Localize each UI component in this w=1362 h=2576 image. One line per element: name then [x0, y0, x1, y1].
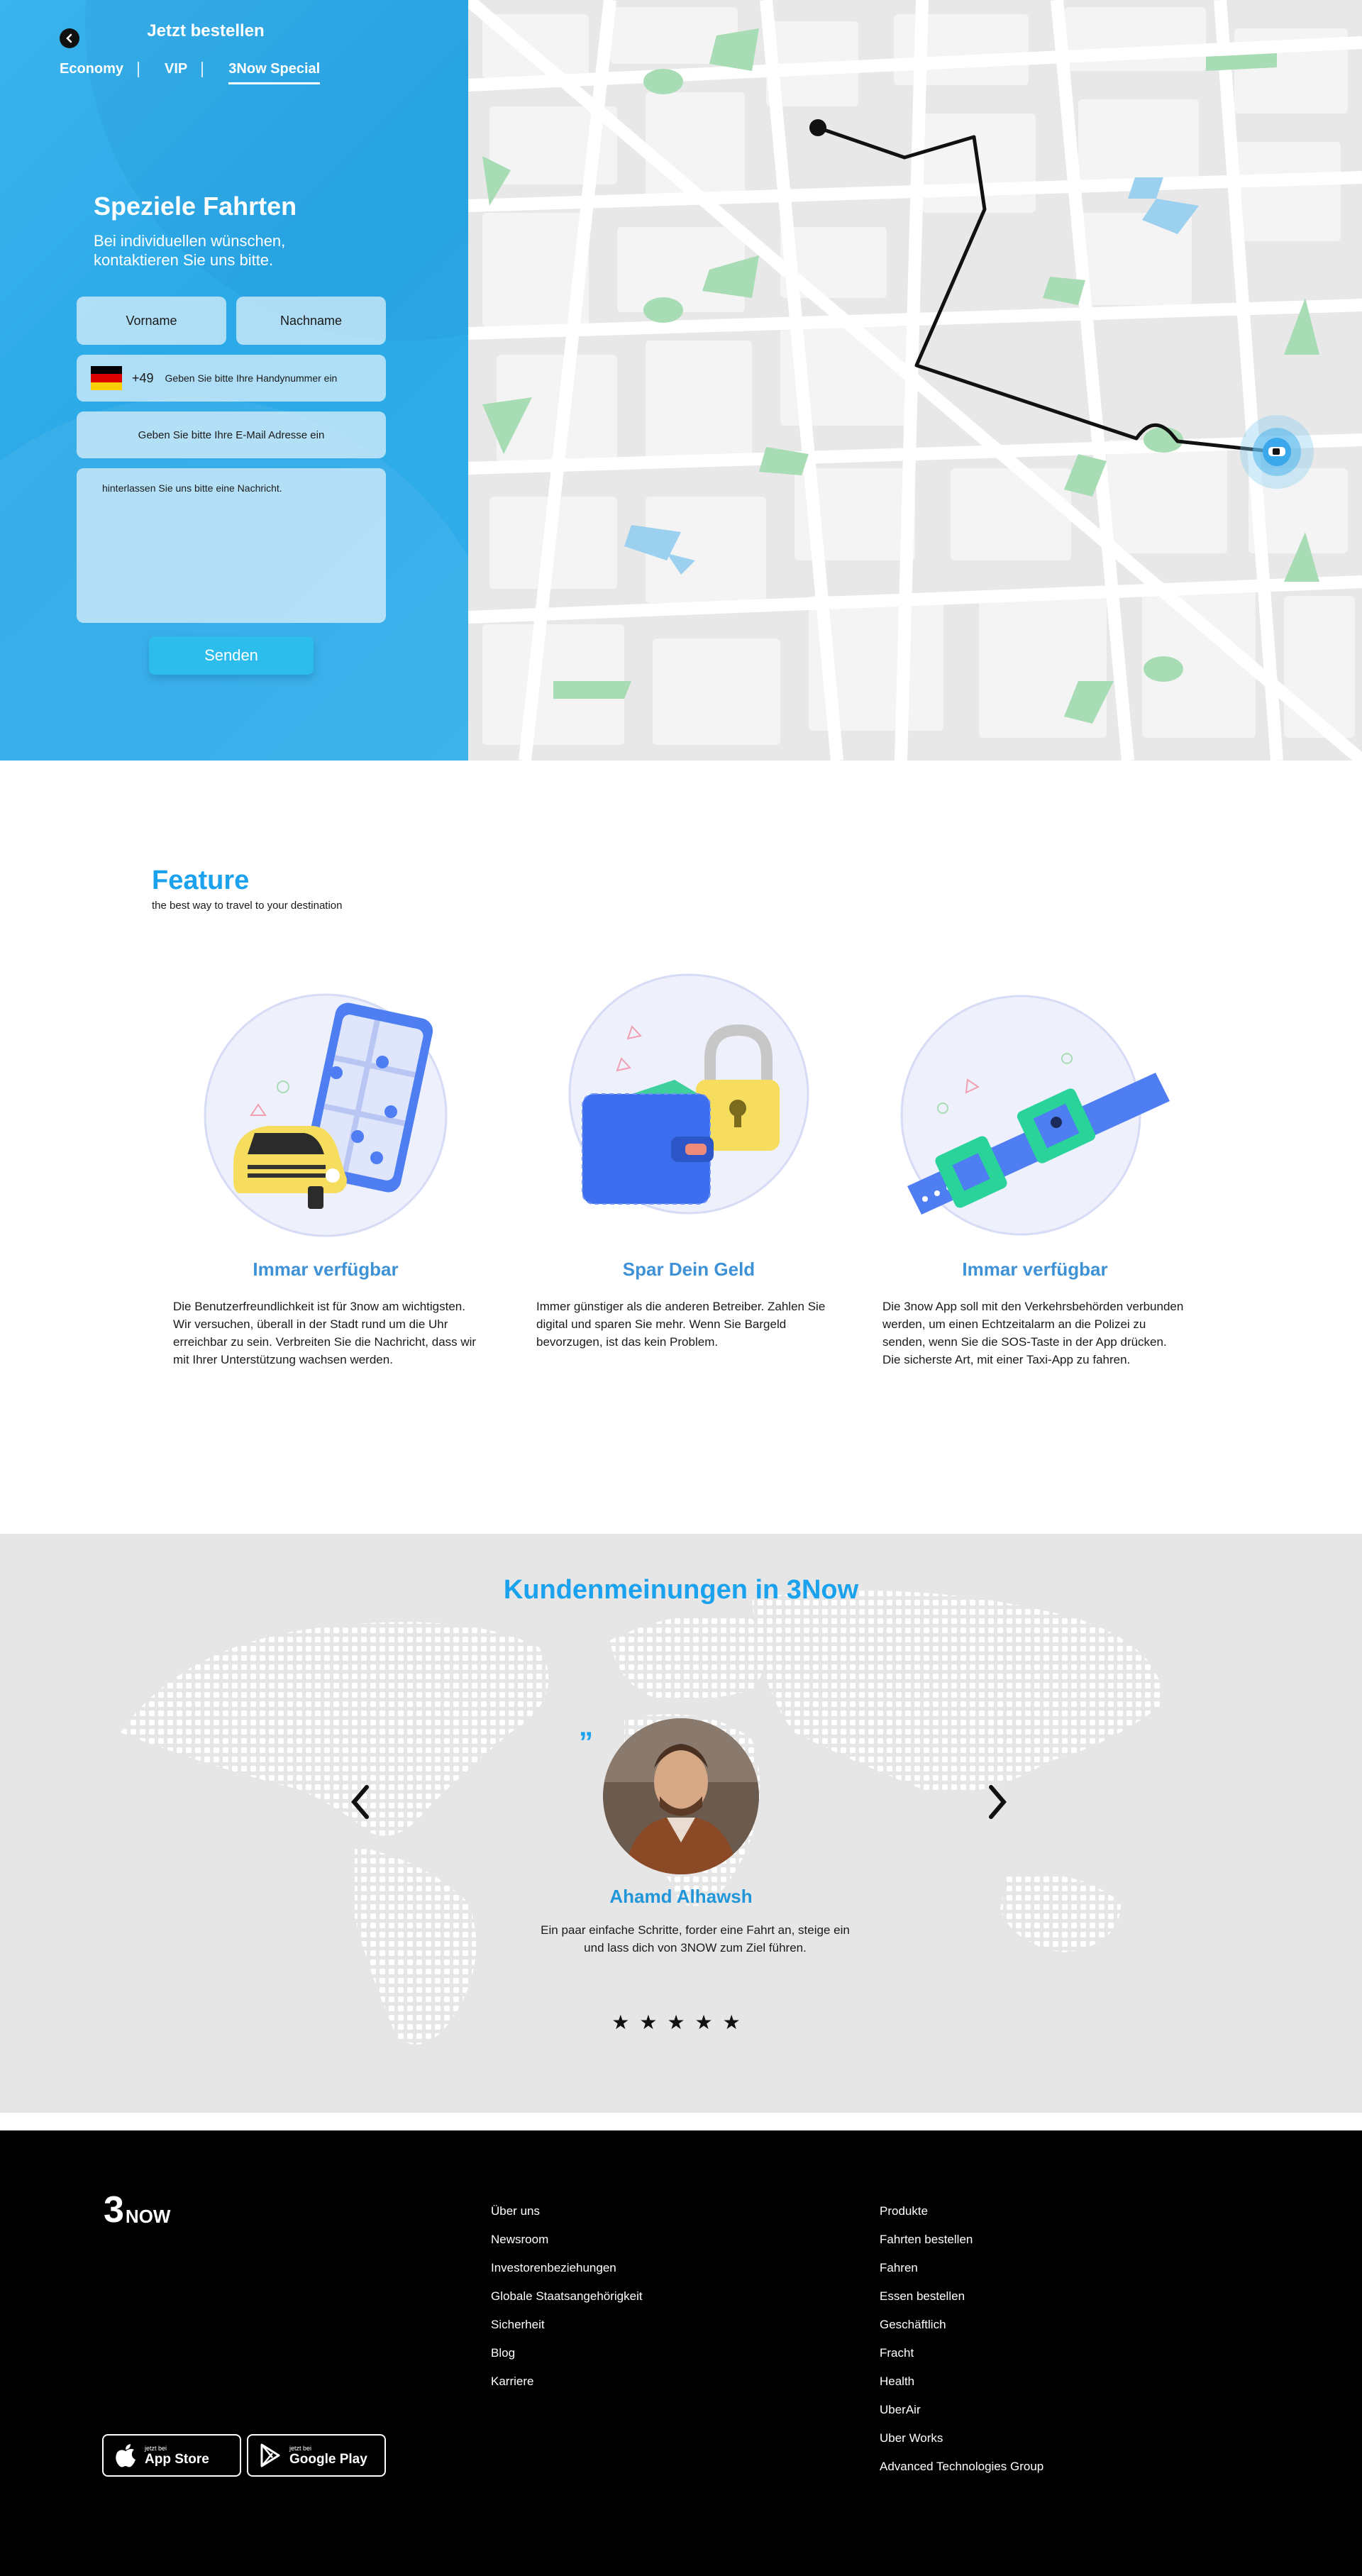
feature-title: Feature — [152, 866, 250, 895]
form-subtitle: Bei individuellen wünschen, kontaktieren… — [94, 232, 286, 269]
send-button[interactable]: Senden — [149, 636, 314, 675]
email-field[interactable] — [77, 411, 386, 458]
feature-subtitle: the best way to travel to your destinati… — [152, 900, 343, 912]
quote-icon: ” — [579, 1727, 593, 1758]
order-panel: Jetzt bestellen Economy VIP 3Now Special… — [0, 0, 468, 761]
germany-flag-icon[interactable] — [91, 366, 122, 390]
page-title: Jetzt bestellen — [147, 21, 265, 40]
footer-link[interactable]: Blog — [491, 2346, 643, 2375]
feature-text: Die Benutzerfreundlichkeit ist für 3now … — [173, 1300, 477, 1366]
footer-link[interactable]: Newsroom — [491, 2233, 643, 2261]
footer-link[interactable]: Über uns — [491, 2204, 643, 2233]
tab-economy[interactable]: Economy — [60, 61, 123, 77]
footer-links-company: Über uns Newsroom Investorenbeziehungen … — [491, 2204, 643, 2403]
app-store-button[interactable]: jetzt bei App Store — [102, 2434, 241, 2477]
feature-text: Immer günstiger als die anderen Betreibe… — [536, 1300, 826, 1349]
chevron-left-icon — [66, 33, 72, 43]
first-name-field[interactable] — [77, 297, 226, 345]
apple-icon — [116, 2444, 135, 2467]
footer-link[interactable]: Investorenbeziehungen — [491, 2261, 643, 2289]
tab-vip[interactable]: VIP — [165, 61, 187, 77]
google-play-button[interactable]: jetzt bei Google Play — [247, 2434, 386, 2477]
seatbelt-icon — [900, 995, 1170, 1236]
play-store-icon — [260, 2443, 280, 2467]
feature-card: Immar verfügbar Die Benutzerfreundlichke… — [173, 973, 478, 1369]
footer-links-products: Produkte Fahrten bestellen Fahren Essen … — [880, 2204, 1043, 2488]
dial-code: +49 — [132, 370, 154, 385]
special-ride-form: Speziele Fahrten Bei individuellen wünsc… — [77, 192, 386, 675]
feature-name: Spar Dein Geld — [622, 1259, 755, 1280]
next-button[interactable] — [983, 1781, 1012, 1823]
feature-text: Die 3now App soll mit den Verkehrsbehörd… — [882, 1300, 1184, 1366]
footer-link[interactable]: Health — [880, 2375, 1043, 2403]
start-pin-icon — [809, 119, 826, 136]
footer-link[interactable]: Produkte — [880, 2204, 1043, 2233]
footer-link[interactable]: Essen bestellen — [880, 2289, 1043, 2318]
car-icon — [1268, 447, 1285, 456]
avatar — [603, 1718, 759, 1874]
wallet-lock-icon — [568, 973, 809, 1215]
footer-link[interactable]: Karriere — [491, 2375, 643, 2403]
footer-link[interactable]: UberAir — [880, 2403, 1043, 2431]
tab-divider — [201, 61, 204, 77]
footer-link[interactable]: Fracht — [880, 2346, 1043, 2375]
brand-logo[interactable]: 3 NOW — [104, 2191, 170, 2228]
testimonials-section: Kundenmeinungen in 3Now ” Ahamd Alhawsh … — [0, 1534, 1362, 2113]
feature-section: Feature the best way to travel to your d… — [0, 761, 1362, 1534]
feature-card: Immar verfügbar Die 3now App soll mit de… — [882, 973, 1187, 1369]
footer-link[interactable]: Advanced Technologies Group — [880, 2460, 1043, 2488]
back-button[interactable] — [60, 28, 79, 48]
last-name-field[interactable] — [236, 297, 386, 345]
previous-button[interactable] — [346, 1781, 375, 1823]
footer-link[interactable]: Uber Works — [880, 2431, 1043, 2460]
testimonial-quote: Ein paar einfache Schritte, forder eine … — [541, 1923, 850, 1955]
rating-stars: ★★★★★ — [611, 2011, 751, 2033]
tab-bar: Economy VIP 3Now Special — [60, 61, 320, 84]
tab-divider — [138, 61, 140, 77]
map-illustration — [468, 0, 1362, 761]
testimonial-name: Ahamd Alhawsh — [609, 1886, 753, 1907]
taxi-map-icon — [204, 993, 448, 1237]
phone-input[interactable] — [165, 372, 378, 384]
footer-link[interactable]: Sicherheit — [491, 2318, 643, 2346]
feature-name: Immar verfügbar — [962, 1259, 1108, 1280]
feature-name: Immar verfügbar — [253, 1259, 399, 1280]
footer-link[interactable]: Fahrten bestellen — [880, 2233, 1043, 2261]
footer-link[interactable]: Globale Staatsangehörigkeit — [491, 2289, 643, 2318]
footer: 3 NOW Über uns Newsroom Investorenbezieh… — [0, 2130, 1362, 2576]
form-title: Speziele Fahrten — [94, 192, 297, 221]
tab-3now-special[interactable]: 3Now Special — [228, 61, 320, 84]
feature-card: Spar Dein Geld Immer günstiger als die a… — [536, 973, 841, 1351]
chevron-right-icon — [989, 1785, 1007, 1819]
chevron-left-icon — [351, 1785, 369, 1819]
message-field[interactable] — [77, 468, 386, 623]
hero-section: Jetzt bestellen Economy VIP 3Now Special… — [0, 0, 1362, 761]
phone-field[interactable]: +49 — [77, 355, 386, 402]
route-map[interactable] — [468, 0, 1362, 761]
testimonials-title: Kundenmeinungen in 3Now — [503, 1575, 859, 1605]
footer-link[interactable]: Geschäftlich — [880, 2318, 1043, 2346]
footer-link[interactable]: Fahren — [880, 2261, 1043, 2289]
